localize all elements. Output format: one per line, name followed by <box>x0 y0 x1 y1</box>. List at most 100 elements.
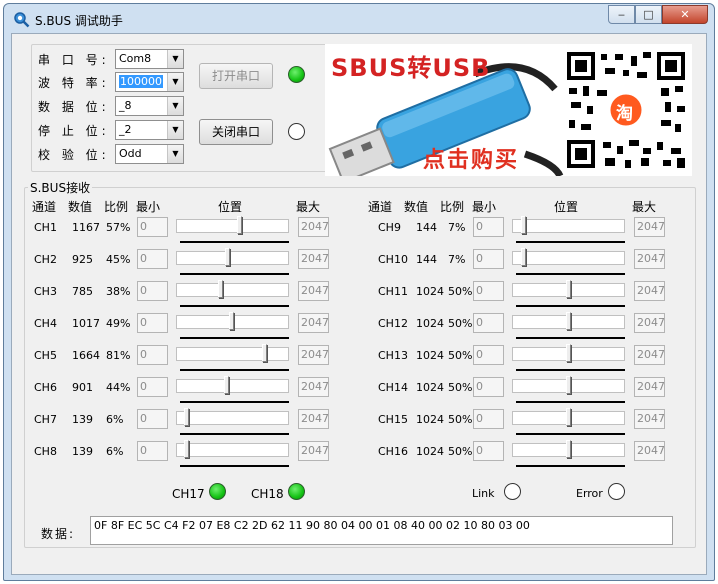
ch10-min-field[interactable]: 0 <box>473 249 504 269</box>
error-label: Error <box>576 487 603 500</box>
ch12-slider-thumb[interactable] <box>566 312 571 330</box>
ch14-slider[interactable] <box>512 375 625 403</box>
ch7-max-field[interactable]: 2047 <box>298 409 329 429</box>
open-port-button[interactable]: 打开串口 <box>199 63 273 89</box>
ch1-slider[interactable] <box>176 215 289 243</box>
chevron-down-icon[interactable]: ▼ <box>167 97 183 115</box>
ch5-min-field[interactable]: 0 <box>137 345 168 365</box>
ch9-ratio: 7% <box>448 221 466 234</box>
ch1-max-field[interactable]: 2047 <box>298 217 329 237</box>
ch14-max-field[interactable]: 2047 <box>634 377 665 397</box>
ch5-max-field[interactable]: 2047 <box>298 345 329 365</box>
ch12-min-field[interactable]: 0 <box>473 313 504 333</box>
ch3-max-field[interactable]: 2047 <box>298 281 329 301</box>
ch13-min-field[interactable]: 0 <box>473 345 504 365</box>
close-port-button[interactable]: 关闭串口 <box>199 119 273 145</box>
ch16-max-field[interactable]: 2047 <box>634 441 665 461</box>
ch10-slider[interactable] <box>512 247 625 275</box>
ch11-min-field[interactable]: 0 <box>473 281 504 301</box>
ch10-slider-track[interactable] <box>512 251 625 265</box>
ch3-min-field[interactable]: 0 <box>137 281 168 301</box>
ch12-slider[interactable] <box>512 311 625 339</box>
ch4-slider-thumb[interactable] <box>229 312 234 330</box>
maximize-button[interactable]: □ <box>635 5 662 24</box>
ch12-name: CH12 <box>378 317 408 330</box>
ch11-slider-thumb[interactable] <box>566 280 571 298</box>
ch8-slider-track[interactable] <box>176 443 289 457</box>
ch3-name: CH3 <box>34 285 57 298</box>
chevron-down-icon[interactable]: ▼ <box>167 50 183 68</box>
baud-rate-select[interactable]: 100000 ▼ <box>115 72 184 92</box>
chevron-down-icon[interactable]: ▼ <box>167 121 183 139</box>
ch5-slider[interactable] <box>176 343 289 371</box>
ch7-min-field[interactable]: 0 <box>137 409 168 429</box>
ch10-max-field[interactable]: 2047 <box>634 249 665 269</box>
stop-bits-select[interactable]: _2 ▼ <box>115 120 184 140</box>
ch2-max-field[interactable]: 2047 <box>298 249 329 269</box>
ch2-slider-thumb[interactable] <box>225 248 230 266</box>
ch16-slider-thumb[interactable] <box>566 440 571 458</box>
ch6-slider[interactable] <box>176 375 289 403</box>
ch16-slider[interactable] <box>512 439 625 467</box>
ch2-value: 925 <box>72 253 93 266</box>
ch13-slider[interactable] <box>512 343 625 371</box>
ch11-max-field[interactable]: 2047 <box>634 281 665 301</box>
ch9-slider[interactable] <box>512 215 625 243</box>
ch6-max-field[interactable]: 2047 <box>298 377 329 397</box>
close-button[interactable]: ✕ <box>662 5 708 24</box>
ch3-slider-track[interactable] <box>176 283 289 297</box>
ch14-min-field[interactable]: 0 <box>473 377 504 397</box>
ch9-slider-track[interactable] <box>512 219 625 233</box>
ch7-value: 139 <box>72 413 93 426</box>
ch11-slider[interactable] <box>512 279 625 307</box>
ch7-slider[interactable] <box>176 407 289 435</box>
ch9-slider-thumb[interactable] <box>521 216 526 234</box>
title-bar[interactable]: S.BUS 调试助手 ‒ □ ✕ <box>4 4 714 33</box>
ch8-slider[interactable] <box>176 439 289 467</box>
chevron-down-icon[interactable]: ▼ <box>167 73 183 91</box>
ch6-min-field[interactable]: 0 <box>137 377 168 397</box>
parity-select[interactable]: Odd ▼ <box>115 144 184 164</box>
ch13-max-field[interactable]: 2047 <box>634 345 665 365</box>
ch5-slider-thumb[interactable] <box>262 344 267 362</box>
ch8-min-field[interactable]: 0 <box>137 441 168 461</box>
ch14-slider-thumb[interactable] <box>566 376 571 394</box>
ch4-max-field[interactable]: 2047 <box>298 313 329 333</box>
ch9-max-field[interactable]: 2047 <box>634 217 665 237</box>
ch15-slider-thumb[interactable] <box>566 408 571 426</box>
ch8-max-field[interactable]: 2047 <box>298 441 329 461</box>
minimize-button[interactable]: ‒ <box>608 5 635 24</box>
ch2-min-field[interactable]: 0 <box>137 249 168 269</box>
ch1-slider-track[interactable] <box>176 219 289 233</box>
ch12-max-field[interactable]: 2047 <box>634 313 665 333</box>
raw-data-field[interactable]: 0F 8F EC 5C C4 F2 07 E8 C2 2D 62 11 90 8… <box>90 516 673 545</box>
ch4-min-field[interactable]: 0 <box>137 313 168 333</box>
ch6-slider-thumb[interactable] <box>224 376 229 394</box>
ch3-slider-thumb[interactable] <box>218 280 223 298</box>
ch8-slider-thumb[interactable] <box>184 440 189 458</box>
ch13-slider-thumb[interactable] <box>566 344 571 362</box>
ch16-min-field[interactable]: 0 <box>473 441 504 461</box>
ch15-max-field[interactable]: 2047 <box>634 409 665 429</box>
port-select[interactable]: Com8 ▼ <box>115 49 184 69</box>
chevron-down-icon[interactable]: ▼ <box>167 145 183 163</box>
ch5-slider-track[interactable] <box>176 347 289 361</box>
ch9-min-field[interactable]: 0 <box>473 217 504 237</box>
ch15-min-field[interactable]: 0 <box>473 409 504 429</box>
ch10-slider-thumb[interactable] <box>521 248 526 266</box>
ch6-slider-track[interactable] <box>176 379 289 393</box>
data-bits-select[interactable]: _8 ▼ <box>115 96 184 116</box>
window-controls: ‒ □ ✕ <box>608 5 708 24</box>
ch2-ratio: 45% <box>106 253 131 266</box>
ch7-slider-thumb[interactable] <box>184 408 189 426</box>
ch4-slider[interactable] <box>176 311 289 339</box>
header-channel-left: 通道 <box>32 200 57 214</box>
ch15-slider[interactable] <box>512 407 625 435</box>
ch7-slider-track[interactable] <box>176 411 289 425</box>
ch1-min-field[interactable]: 0 <box>137 217 168 237</box>
ch2-slider-track[interactable] <box>176 251 289 265</box>
ch3-slider[interactable] <box>176 279 289 307</box>
buy-banner[interactable]: SBUS转USB 点击购买 淘 <box>325 44 692 176</box>
ch2-slider[interactable] <box>176 247 289 275</box>
ch1-slider-thumb[interactable] <box>237 216 242 234</box>
